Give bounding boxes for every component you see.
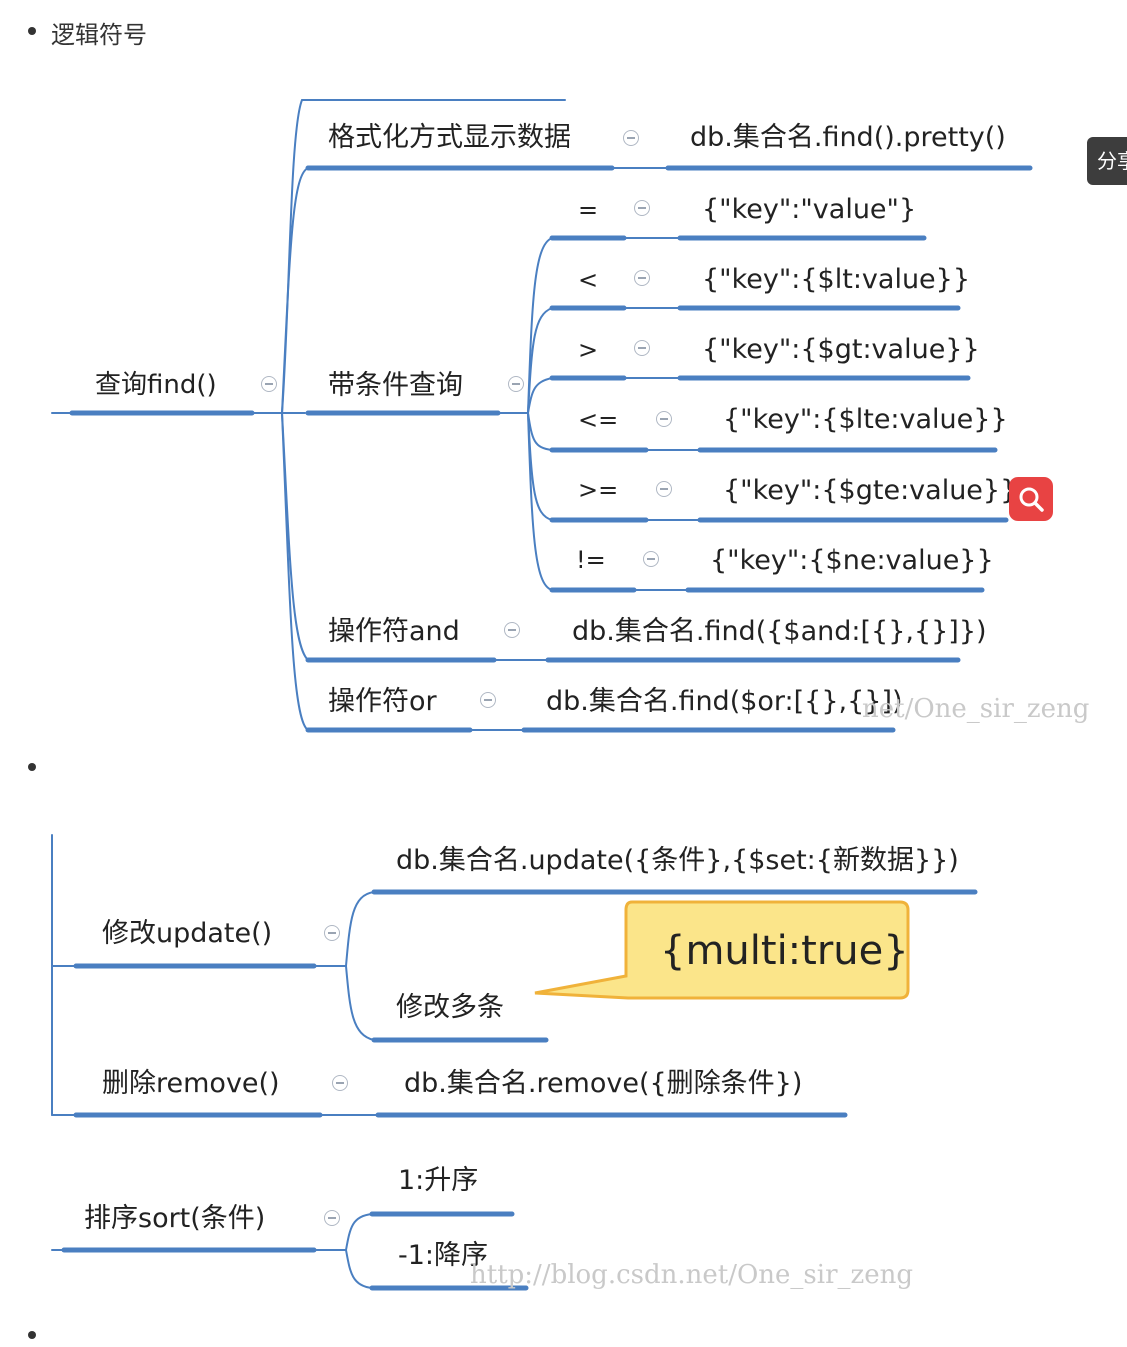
conditional-query-label: 带条件查询 <box>328 370 463 401</box>
collapse-icon[interactable] <box>324 1210 340 1226</box>
watermark: http://blog.csdn.net/One_sir_zeng <box>470 1260 913 1290</box>
list-bullet <box>28 763 36 771</box>
sort-root-label: 排序sort(条件) <box>84 1203 266 1234</box>
condition-value: {"key":{$lt:value}} <box>702 264 971 295</box>
remove-root-label: 删除remove() <box>102 1068 280 1099</box>
list-bullet <box>28 1331 36 1339</box>
collapse-icon[interactable] <box>656 481 672 497</box>
format-display-value: db.集合名.find().pretty() <box>690 122 1006 153</box>
and-operator-label: 操作符and <box>328 616 460 647</box>
collapse-icon[interactable] <box>656 411 672 427</box>
collapse-icon[interactable] <box>332 1075 348 1091</box>
condition-value: {"key":{$lte:value}} <box>723 404 1008 435</box>
condition-op: > <box>578 336 599 364</box>
collapse-icon[interactable] <box>623 130 639 146</box>
condition-op: != <box>576 546 606 574</box>
condition-value: {"key":{$ne:value}} <box>710 545 994 576</box>
remove-value: db.集合名.remove({删除条件}) <box>404 1068 803 1099</box>
collapse-icon[interactable] <box>324 925 340 941</box>
condition-op: = <box>578 196 599 224</box>
sort-ascending-label: 1:升序 <box>398 1165 479 1196</box>
condition-value: {"key":{$gt:value}} <box>702 334 980 365</box>
condition-op: <= <box>578 406 619 434</box>
collapse-icon[interactable] <box>634 200 650 216</box>
find-root-label: 查询find() <box>95 370 217 400</box>
collapse-icon[interactable] <box>261 376 277 392</box>
share-button[interactable]: 分享 <box>1087 137 1127 185</box>
search-icon <box>1019 487 1044 512</box>
search-button[interactable] <box>1009 477 1053 521</box>
collapse-icon[interactable] <box>480 692 496 708</box>
or-operator-value: db.集合名.find($or:[{},{}]) <box>546 686 903 717</box>
update-root-label: 修改update() <box>102 918 273 949</box>
collapse-icon[interactable] <box>634 340 650 356</box>
collapse-icon[interactable] <box>504 622 520 638</box>
multi-update-label: 修改多条 <box>396 992 504 1023</box>
sort-mindmap-lines <box>51 1211 529 1291</box>
update-value: db.集合名.update({条件},{$set:{新数据}}) <box>396 845 959 876</box>
condition-value: {"key":"value"} <box>702 194 917 225</box>
format-display-label: 格式化方式显示数据 <box>328 122 571 153</box>
condition-op: >= <box>578 476 619 504</box>
condition-value: {"key":{$gte:value}} <box>723 475 1018 506</box>
collapse-icon[interactable] <box>634 270 650 286</box>
or-operator-label: 操作符or <box>328 686 437 717</box>
and-operator-value: db.集合名.find({$and:[{},{}]}) <box>572 616 987 647</box>
collapse-icon[interactable] <box>643 551 659 567</box>
watermark: net/One_sir_zeng <box>862 694 1090 724</box>
multi-callout-text: {multi:true} <box>660 928 909 974</box>
condition-op: < <box>578 266 599 294</box>
collapse-icon[interactable] <box>508 376 524 392</box>
